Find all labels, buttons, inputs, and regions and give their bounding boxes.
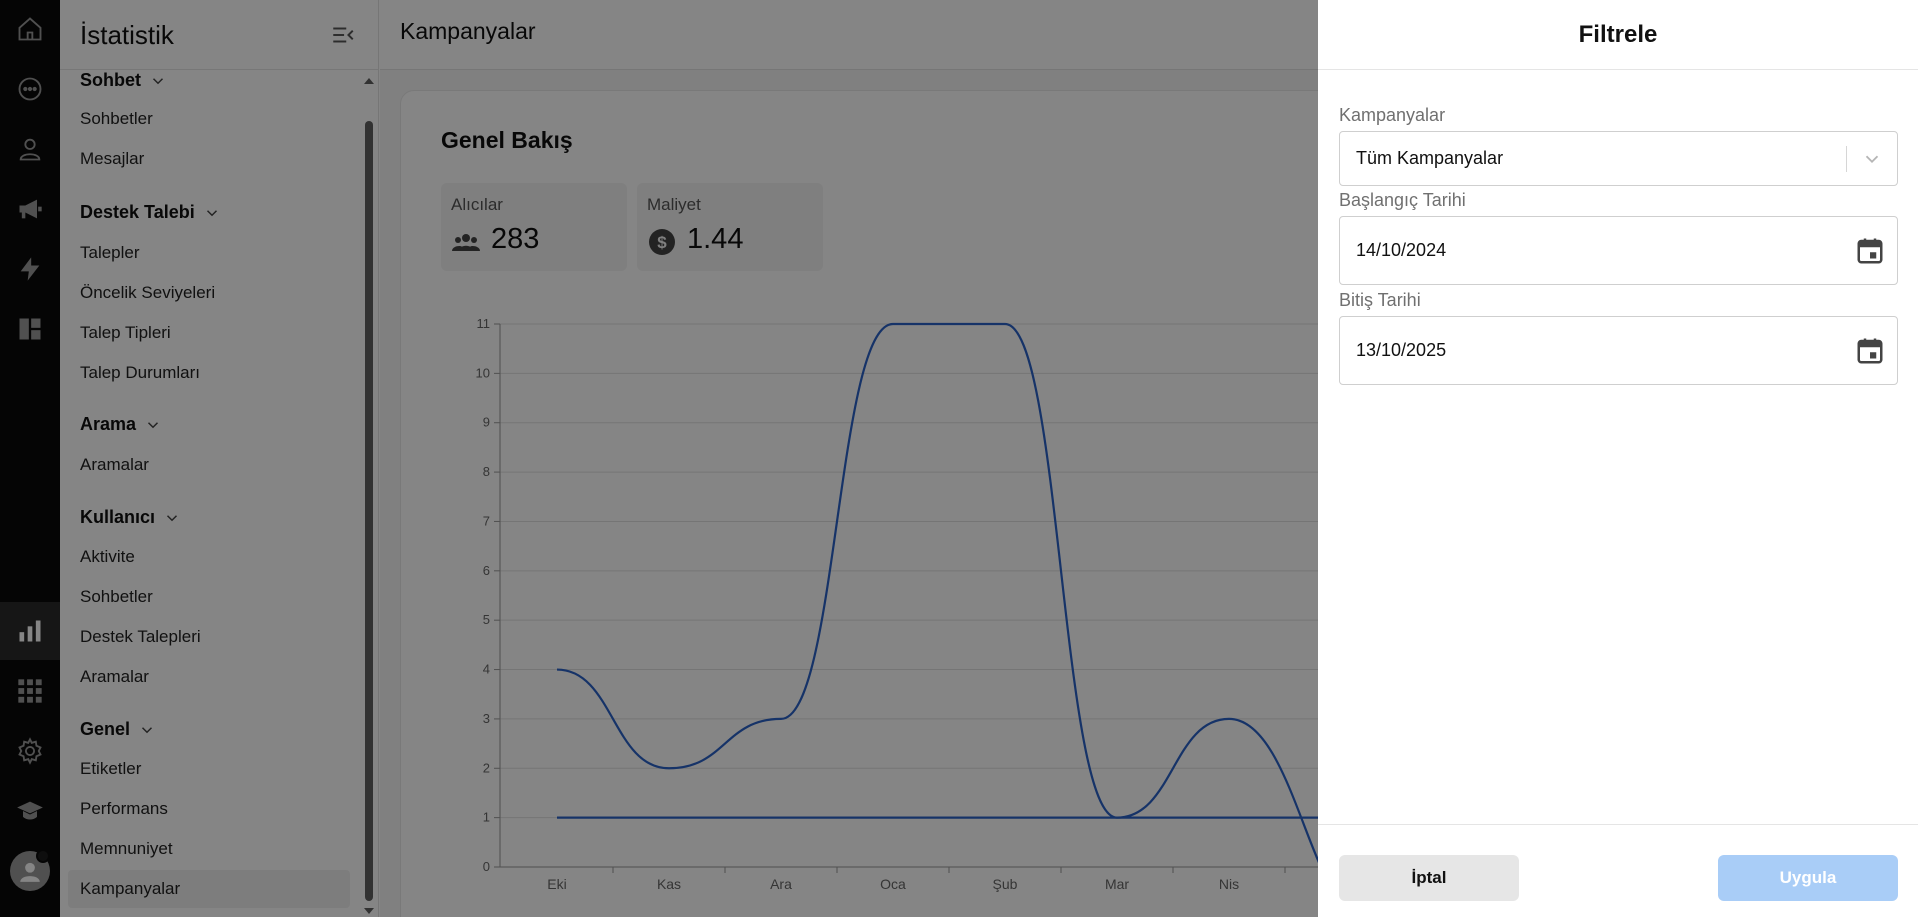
drawer-header: Filtrele bbox=[1318, 0, 1918, 70]
apply-button[interactable]: Uygula bbox=[1718, 855, 1898, 901]
chevron-down-icon[interactable] bbox=[1861, 148, 1883, 170]
end-date-field[interactable]: 13/10/2025 bbox=[1339, 316, 1898, 385]
start-date-field[interactable]: 14/10/2024 bbox=[1339, 216, 1898, 285]
drawer-footer: İptal Uygula bbox=[1318, 824, 1918, 917]
cancel-button[interactable]: İptal bbox=[1339, 855, 1519, 901]
campaigns-select-value: Tüm Kampanyalar bbox=[1356, 148, 1504, 168]
end-date-value: 13/10/2025 bbox=[1356, 340, 1447, 360]
campaigns-label: Kampanyalar bbox=[1339, 105, 1446, 125]
end-date-label: Bitiş Tarihi bbox=[1339, 290, 1421, 310]
start-date-value: 14/10/2024 bbox=[1356, 240, 1447, 260]
drawer-title: Filtrele bbox=[1578, 20, 1658, 48]
start-date-label: Başlangıç Tarihi bbox=[1339, 190, 1466, 210]
calendar-icon[interactable] bbox=[1855, 236, 1885, 266]
modal-backdrop[interactable] bbox=[0, 0, 1318, 917]
campaigns-select[interactable]: Tüm Kampanyalar bbox=[1339, 131, 1898, 186]
calendar-icon[interactable] bbox=[1855, 336, 1885, 366]
select-separator bbox=[1846, 146, 1847, 172]
filter-drawer: Filtrele Kampanyalar Tüm Kampanyalar Baş… bbox=[1318, 0, 1918, 917]
